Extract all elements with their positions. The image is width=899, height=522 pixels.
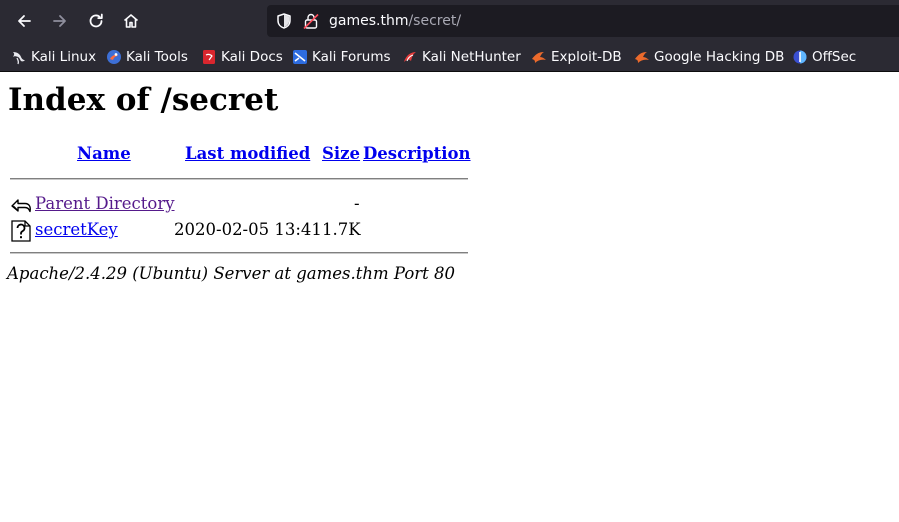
reload-button[interactable] <box>82 7 110 35</box>
bookmark-google-hacking-db[interactable]: Google Hacking DB <box>634 48 784 66</box>
insecure-lock-icon[interactable] <box>303 12 319 30</box>
back-button[interactable] <box>10 7 38 35</box>
home-icon <box>123 14 139 28</box>
bookmark-kali-forums[interactable]: Kali Forums <box>292 48 391 66</box>
home-button[interactable] <box>117 7 145 35</box>
exploit-db-icon <box>532 52 546 63</box>
bookmarks-toolbar: Kali Linux Kali Tools Kali Docs Kali For… <box>0 42 899 72</box>
address-bar[interactable]: games.thm/secret/ <box>267 5 899 37</box>
offsec-icon <box>793 50 807 64</box>
nethunter-icon <box>404 52 416 62</box>
bookmark-label: Kali Docs <box>221 49 283 65</box>
url-text[interactable]: games.thm/secret/ <box>329 12 461 30</box>
url-path: /secret/ <box>408 13 462 29</box>
shield-icon[interactable] <box>275 12 293 30</box>
column-header-description[interactable]: Description <box>363 142 471 166</box>
forward-button[interactable] <box>46 7 74 35</box>
separator-bottom <box>10 252 468 254</box>
bookmark-label: Kali NetHunter <box>422 49 521 65</box>
separator-top <box>10 178 468 180</box>
column-header-name[interactable]: Name <box>77 142 131 166</box>
page-title: Index of /secret <box>8 82 279 118</box>
server-signature: Apache/2.4.29 (Ubuntu) Server at games.t… <box>7 264 456 283</box>
bookmark-offsec[interactable]: OffSec <box>792 48 856 66</box>
kali-dragon-icon <box>13 52 25 65</box>
bookmark-label: Kali Forums <box>312 49 391 65</box>
bookmark-kali-linux[interactable]: Kali Linux <box>11 48 96 66</box>
browser-toolbar: games.thm/secret/ <box>0 0 899 42</box>
back-arrow-icon <box>18 15 31 27</box>
kali-forums-icon <box>293 50 307 64</box>
back-arrow-icon <box>11 199 31 213</box>
size-cell: 1.7K <box>322 220 361 239</box>
bookmark-label: Google Hacking DB <box>654 49 785 65</box>
column-header-last-modified[interactable]: Last modified <box>185 142 310 166</box>
bookmark-kali-tools[interactable]: Kali Tools <box>106 48 188 66</box>
reload-icon <box>89 13 103 28</box>
table-row: secretKey 2020-02-05 13:41 1.7K <box>10 218 468 242</box>
bookmark-exploit-db[interactable]: Exploit-DB <box>531 48 622 66</box>
bookmark-label: OffSec <box>812 49 857 65</box>
bookmark-kali-docs[interactable]: Kali Docs <box>201 48 283 66</box>
bookmark-label: Kali Linux <box>31 49 97 65</box>
bookmark-kali-nethunter[interactable]: Kali NetHunter <box>402 48 521 66</box>
url-host: games.thm <box>329 13 409 29</box>
kali-tools-icon <box>107 50 121 64</box>
size-cell: - <box>354 194 360 213</box>
column-header-size[interactable]: Size <box>322 142 360 166</box>
table-row: Parent Directory - <box>10 192 468 216</box>
secretkey-file-link[interactable]: secretKey <box>35 220 118 240</box>
page-content: Index of /secret Name Last modified Size… <box>0 72 899 522</box>
ghdb-icon <box>635 52 649 63</box>
last-modified-cell: 2020-02-05 13:41 <box>174 220 322 239</box>
kali-docs-icon <box>203 50 215 64</box>
unknown-file-icon <box>11 220 31 242</box>
bookmark-label: Kali Tools <box>126 49 188 65</box>
bookmark-label: Exploit-DB <box>551 49 622 65</box>
parent-directory-link[interactable]: Parent Directory <box>35 194 175 214</box>
forward-arrow-icon <box>53 15 66 27</box>
